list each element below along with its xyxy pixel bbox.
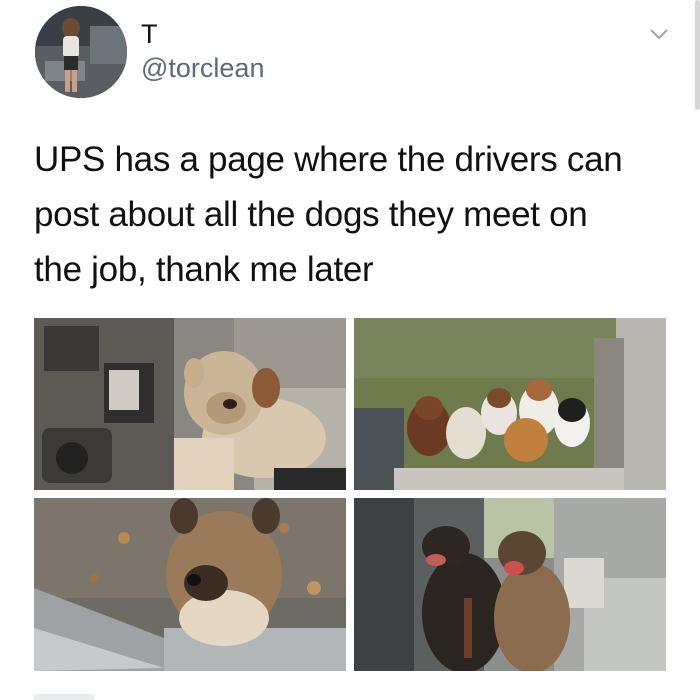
dog-photo-image xyxy=(354,498,666,671)
like-count-icon xyxy=(34,694,94,700)
display-name[interactable]: T xyxy=(141,19,158,50)
chevron-down-icon[interactable] xyxy=(648,26,670,42)
tweet-photo[interactable] xyxy=(354,498,666,671)
scrollbar[interactable] xyxy=(695,0,700,110)
avatar-image xyxy=(35,6,127,98)
tweet-text-line: UPS has a page where the drivers can xyxy=(34,140,623,179)
tweet-text-line: post about all the dogs they meet on xyxy=(34,195,588,234)
avatar[interactable] xyxy=(35,6,127,98)
tweet-card: T @torclean UPS has a page where the dri… xyxy=(0,0,700,700)
tweet-photo[interactable] xyxy=(34,498,346,671)
tweet-text-line: the job, thank me later xyxy=(34,250,374,289)
dog-photo-image xyxy=(34,318,346,490)
tweet-photo[interactable] xyxy=(34,318,346,490)
tweet-photo[interactable] xyxy=(354,318,666,490)
user-handle[interactable]: @torclean xyxy=(141,53,264,84)
dog-photo-image xyxy=(354,318,666,490)
tweet-text: UPS has a page where the drivers can pos… xyxy=(34,132,674,297)
dog-photo-image xyxy=(34,498,346,671)
